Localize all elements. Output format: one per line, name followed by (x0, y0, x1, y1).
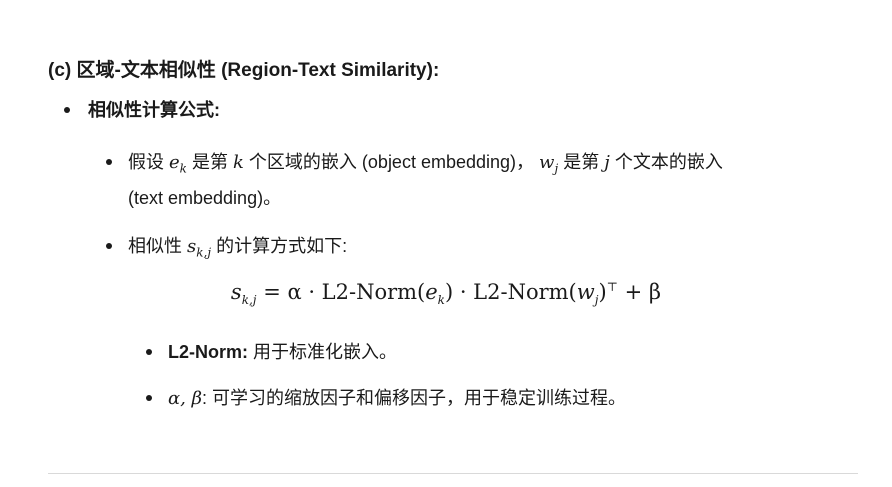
list-item-embedding-definition: 假设 ek 是第 k 个区域的嵌入 (object embedding)， wj… (128, 149, 723, 182)
text: 假设 (128, 152, 164, 172)
math-sub: j (554, 161, 559, 176)
formula-part: ) · L2-Norm( (444, 280, 577, 304)
list-item-similarity-intro: 相似性 sk,j 的计算方式如下: (128, 233, 347, 266)
term-label: α, β (168, 388, 203, 409)
math-sub: k,j (196, 245, 212, 260)
math-var: w (539, 152, 555, 173)
subsection-title: 相似性计算公式: (88, 100, 220, 120)
bullet-icon (146, 349, 152, 355)
math-j: j (604, 152, 610, 173)
math-sub: k,j (241, 293, 257, 308)
math-e: ek (169, 152, 187, 176)
math-var: s (187, 236, 197, 257)
math-var: e (169, 152, 180, 173)
list-item-continuation: (text embedding)。 (128, 188, 282, 208)
term-label: L2-Norm: (168, 342, 248, 362)
bullet-icon (146, 395, 152, 401)
bullet-icon (64, 107, 70, 113)
formula-part: = α · L2-Norm( (263, 280, 426, 304)
list-item-alpha-beta: α, β: 可学习的缩放因子和偏移因子，用于稳定训练过程。 (168, 385, 626, 412)
text: 个区域的嵌入 (object embedding)， (248, 152, 535, 172)
math-w: wj (539, 152, 559, 176)
text: 是第 (563, 152, 600, 172)
math-var: s (230, 280, 242, 304)
math-s: sk,j (187, 236, 212, 260)
math-var: w (576, 280, 595, 304)
formula-e: ek (425, 280, 445, 308)
text: 个文本的嵌入 (614, 152, 723, 172)
formula-part: ) (598, 280, 607, 304)
math-k: k (232, 152, 244, 173)
math-var: e (425, 280, 438, 304)
divider (48, 473, 858, 474)
similarity-formula: sk,j = α · L2-Norm(ek) · L2-Norm(wj)⊤ + … (0, 280, 892, 307)
math-sub: k (179, 161, 187, 176)
text: 相似性 (128, 236, 182, 256)
list-item-l2-norm: L2-Norm: 用于标准化嵌入。 (168, 339, 397, 365)
bullet-icon (106, 159, 112, 165)
term-description: : 可学习的缩放因子和偏移因子，用于稳定训练过程。 (202, 388, 627, 408)
math-sub: k (437, 293, 445, 308)
formula-lhs: sk,j (230, 280, 257, 308)
formula-w: wj (576, 280, 599, 307)
transpose-symbol: ⊤ (606, 280, 618, 294)
section-heading: (c) 区域-文本相似性 (Region-Text Similarity): (48, 60, 440, 81)
bullet-icon (106, 243, 112, 249)
text: 是第 (191, 152, 228, 172)
text: 的计算方式如下: (216, 236, 348, 256)
term-description: 用于标准化嵌入。 (253, 342, 398, 362)
formula-part: + β (624, 280, 662, 304)
